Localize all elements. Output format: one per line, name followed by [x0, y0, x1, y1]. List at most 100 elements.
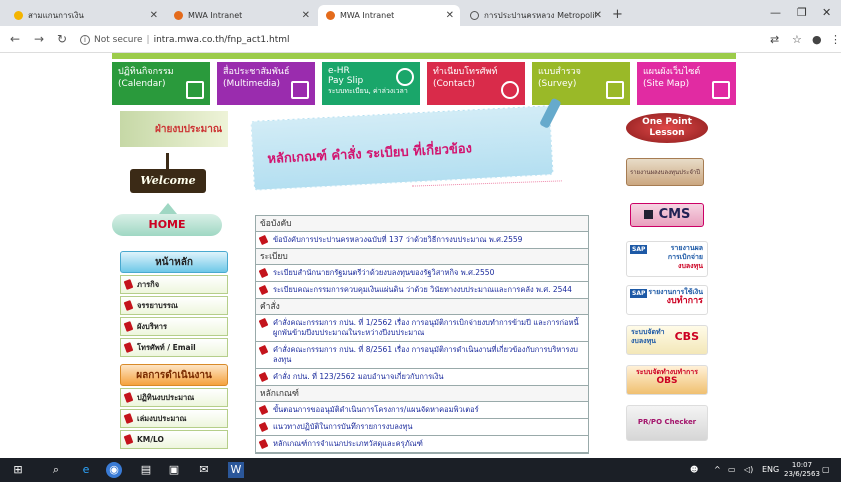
sap-logo: SAP	[630, 289, 648, 298]
sidebar-item-label: ผังบริหาร	[137, 321, 168, 331]
tab-title: MWA Intranet	[340, 11, 395, 20]
list-item-link[interactable]: คำสั่งคณะกรรมการ กปน. ที่ 8/2561 เรื่อง …	[273, 345, 584, 365]
list-item-link[interactable]: ขั้นตอนการขออนุมัติดำเนินการโครงการ/แผนจ…	[273, 405, 479, 415]
minimize-icon[interactable]: —	[770, 6, 781, 19]
list-item-link[interactable]: ข้อบังคับการประปานครหลวงฉบับที่ 137 ว่าด…	[273, 235, 522, 245]
system-clock[interactable]: 10:07 23/6/2563	[784, 461, 820, 479]
search-icon[interactable]: ⌕	[48, 462, 64, 478]
sidebar-item-mission[interactable]: ภารกิจ	[120, 275, 228, 294]
list-item[interactable]: คำสั่งคณะกรรมการ กปน. ที่ 8/2561 เรื่อง …	[256, 342, 588, 369]
browser-tab-4[interactable]: การประปานครหลวง Metropolitan W ✕	[462, 5, 608, 26]
list-item[interactable]: ระเบียบคณะกรรมการควบคุมเงินแผ่นดิน ว่าด้…	[256, 282, 588, 299]
pushpin-icon	[123, 434, 134, 445]
menu-survey[interactable]: แบบสำรวจ (Survey)	[532, 62, 630, 105]
list-item-link[interactable]: หลักเกณฑ์การจำแนกประเภทวัสดุและครุภัณฑ์	[273, 439, 423, 449]
menu-kebab-icon[interactable]: ⋮	[830, 33, 841, 46]
menu-label: ปฏิทินกิจกรรม	[118, 67, 174, 77]
pushpin-icon	[123, 392, 134, 403]
browser-tab-3[interactable]: MWA Intranet ✕	[318, 5, 460, 26]
menu-calendar[interactable]: ปฏิทินกิจกรรม (Calendar)	[112, 62, 210, 105]
sap-disbursement-report-button[interactable]: SAP รายงานผล การเบิกจ่าย งบลงทุน	[626, 241, 708, 277]
edge-browser-icon[interactable]: e	[78, 462, 94, 478]
cbs-button[interactable]: ระบบจัดทำ งบลงทุน CBS	[626, 325, 708, 355]
sidebar-item-budget-book[interactable]: เล่มงบประมาณ	[120, 409, 228, 428]
list-item[interactable]: ข้อบังคับการประปานครหลวงฉบับที่ 137 ว่าด…	[256, 232, 588, 249]
sidebar-item-ethics[interactable]: จรรยาบรรณ	[120, 296, 228, 315]
file-explorer-icon[interactable]: ▤	[138, 462, 154, 478]
sidebar-item-budget-calendar[interactable]: ปฏิทินงบประมาณ	[120, 388, 228, 407]
notifications-icon[interactable]: ▢	[822, 465, 830, 474]
info-icon[interactable]: i	[80, 34, 90, 45]
sidebar-item-org-chart[interactable]: ผังบริหาร	[120, 317, 228, 336]
translate-icon[interactable]: ⇄	[770, 33, 779, 46]
volume-icon[interactable]: ◁)	[744, 465, 753, 474]
sap-label: การเบิกจ่าย	[667, 253, 703, 261]
menu-sitemap[interactable]: แผนผังเว็บไซต์ (Site Map)	[637, 62, 736, 105]
obs-button[interactable]: ระบบจัดทำงบทำการ OBS	[626, 365, 708, 395]
close-window-icon[interactable]: ✕	[822, 6, 831, 19]
report-label: รายงานผลงบลงทุนประจำปี	[629, 169, 701, 176]
home-button[interactable]: HOME	[112, 203, 222, 236]
input-language[interactable]: ENG	[762, 465, 779, 474]
decorative-divider	[411, 180, 563, 194]
new-tab-button[interactable]: +	[612, 7, 623, 22]
pr-po-checker-button[interactable]: PR/PO Checker	[626, 405, 708, 441]
network-icon[interactable]: ▭	[728, 465, 736, 474]
close-tab-icon[interactable]: ✕	[446, 10, 454, 21]
list-item-link[interactable]: คำสั่งคณะกรรมการ กปน. ที่ 1/2562 เรื่อง …	[273, 318, 584, 338]
main-menu-header[interactable]: หน้าหลัก	[120, 251, 228, 273]
one-point-lesson-button[interactable]: One Point Lesson	[626, 113, 708, 143]
bookmark-star-icon[interactable]: ☆	[792, 33, 802, 46]
department-banner: ฝ่ายงบประมาณ	[120, 111, 228, 147]
close-tab-icon[interactable]: ✕	[302, 10, 310, 21]
word-app-icon[interactable]: W	[228, 462, 244, 478]
pushpin-icon	[258, 438, 269, 450]
list-item[interactable]: ระเบียบสำนักนายกรัฐมนตรีว่าด้วยงบลงทุนขอ…	[256, 265, 588, 282]
section-heading: ข้อบังคับ	[256, 216, 588, 232]
store-icon[interactable]: ▣	[166, 462, 182, 478]
chrome-browser-icon[interactable]: ◉	[106, 462, 122, 478]
sap-operating-expense-button[interactable]: SAP รายงานการใช้เงิน งบทำการ	[626, 285, 708, 315]
pushpin-icon	[258, 344, 269, 356]
sidebar-item-contact[interactable]: โทรศัพท์ / Email	[120, 338, 228, 357]
list-item-link[interactable]: ระเบียบคณะกรรมการควบคุมเงินแผ่นดิน ว่าด้…	[273, 285, 572, 295]
performance-menu-header[interactable]: ผลการดำเนินงาน	[120, 364, 228, 386]
list-item[interactable]: หลักเกณฑ์การจำแนกประเภทวัสดุและครุภัณฑ์	[256, 436, 588, 453]
mail-icon[interactable]: ✉	[196, 462, 212, 478]
investment-report-button[interactable]: รายงานผลงบลงทุนประจำปี	[626, 158, 704, 186]
header-strip	[112, 53, 736, 59]
close-tab-icon[interactable]: ✕	[594, 10, 602, 21]
menu-multimedia[interactable]: สื่อประชาสัมพันธ์ (Multimedia)	[217, 62, 315, 105]
separator: |	[146, 34, 150, 45]
list-item[interactable]: ขั้นตอนการขออนุมัติดำเนินการโครงการ/แผนจ…	[256, 402, 588, 419]
menu-ehr[interactable]: e-HR Pay Slip ระบบทะเบียน, ค่าล่วงเวลา	[322, 62, 420, 105]
forward-icon[interactable]: →	[34, 32, 44, 46]
cms-button[interactable]: CMS	[630, 203, 704, 227]
people-icon[interactable]: ☻	[690, 465, 698, 474]
checker-label: PR/PO Checker	[637, 418, 697, 426]
tray-arrow-icon[interactable]: ^	[714, 465, 721, 474]
menu-contact[interactable]: ทำเนียบโทรศัพท์ (Contact)	[427, 62, 525, 105]
list-item[interactable]: คำสั่งคณะกรรมการ กปน. ที่ 1/2562 เรื่อง …	[256, 315, 588, 342]
address-bar: ← → ↻ i Not secure | intra.mwa.co.th/fnp…	[0, 26, 841, 53]
checkbox-icon	[606, 81, 624, 99]
tab-title: สามแกนการเงิน	[28, 11, 84, 20]
sidebar-item-km-lo[interactable]: KM/LO	[120, 430, 228, 449]
site-favicon-icon	[326, 11, 335, 20]
close-tab-icon[interactable]: ✕	[150, 10, 158, 21]
url-field[interactable]: i Not secure | intra.mwa.co.th/fnp_act1.…	[80, 30, 770, 49]
profile-icon[interactable]: ●	[812, 33, 822, 46]
windows-start-icon[interactable]: ⊞	[10, 462, 26, 478]
browser-tab-1[interactable]: สามแกนการเงิน ✕	[6, 5, 164, 26]
menu-label: แผนผังเว็บไซต์	[643, 67, 701, 77]
list-item[interactable]: แนวทางปฏิบัติในการบันทึกรายการงบลงทุน	[256, 419, 588, 436]
page-title-board: หลักเกณฑ์ คำสั่ง ระเบียบ ที่เกี่ยวข้อง	[250, 97, 562, 191]
list-item[interactable]: คำสั่ง กปน. ที่ 123/2562 มอบอำนาจเกี่ยวก…	[256, 369, 588, 386]
reload-icon[interactable]: ↻	[57, 32, 67, 46]
list-item-link[interactable]: คำสั่ง กปน. ที่ 123/2562 มอบอำนาจเกี่ยวก…	[273, 372, 444, 382]
back-icon[interactable]: ←	[10, 32, 20, 46]
list-item-link[interactable]: แนวทางปฏิบัติในการบันทึกรายการงบลงทุน	[273, 422, 413, 432]
browser-tab-2[interactable]: MWA Intranet ✕	[166, 5, 316, 26]
list-item-link[interactable]: ระเบียบสำนักนายกรัฐมนตรีว่าด้วยงบลงทุนขอ…	[273, 268, 494, 278]
maximize-icon[interactable]: ❐	[797, 6, 807, 19]
